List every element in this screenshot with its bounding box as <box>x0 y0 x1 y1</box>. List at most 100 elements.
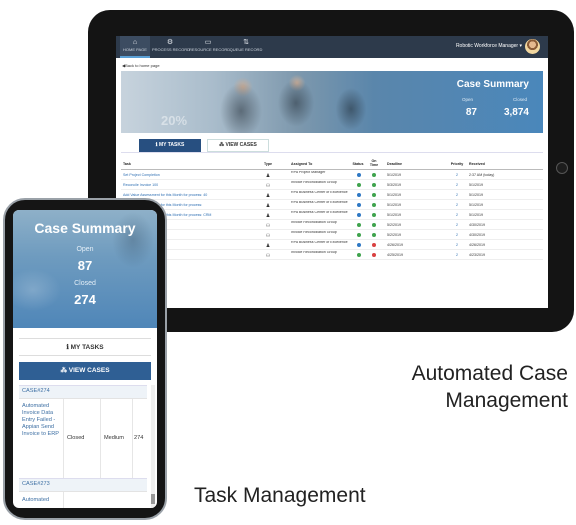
queue-icon: ⇅ <box>243 39 249 46</box>
on-time-cell <box>368 173 380 178</box>
tab-my-tasks[interactable]: ℹ MY TASKS <box>139 139 201 152</box>
scrollbar-thumb[interactable] <box>151 494 155 504</box>
person-icon: ♟ <box>265 243 271 249</box>
status-icon <box>357 253 361 257</box>
phone-case-summary-title: Case Summary <box>34 220 136 236</box>
case-summary-title: Case Summary <box>456 79 529 90</box>
back-to-home-link[interactable]: ◀Back to home page <box>122 63 160 68</box>
assigned-to: RPA Business Center of Excellence <box>291 241 348 244</box>
task-link[interactable]: Add Value Assessment for this Month for … <box>123 193 263 197</box>
on-time-cell <box>368 193 380 198</box>
table-row[interactable]: Add Value Assessment for this Month for … <box>121 200 543 210</box>
on-time-cell <box>368 213 380 218</box>
table-row[interactable]: Reconcile Invoice 100 ⚇ Invoice Reconcilia… <box>121 180 543 190</box>
status-icon <box>357 173 361 177</box>
col-received[interactable]: Received <box>469 162 529 166</box>
deadline: 5/3/2019 <box>387 183 401 187</box>
col-assigned-to[interactable]: Assigned To <box>291 162 357 166</box>
on-time-icon <box>372 233 376 237</box>
task-table: Task Type Assigned To Status On Time Dea… <box>121 158 543 260</box>
col-type[interactable]: Type <box>262 162 274 166</box>
group-icon: ⚇ <box>265 253 271 259</box>
user-menu[interactable]: Robotic Workforce Manager ▾ <box>456 43 522 49</box>
table-header: Task Type Assigned To Status On Time Dea… <box>121 158 543 170</box>
deadline: 4/25/2019 <box>387 253 403 257</box>
assigned-to: RPA Business Center of Excellence <box>291 201 348 204</box>
table-row[interactable]: Add Value Assessment for this Month for … <box>121 190 543 200</box>
status-icon <box>357 193 361 197</box>
case-priority-cell: Medium <box>101 399 133 478</box>
avatar[interactable] <box>525 39 540 54</box>
table-row[interactable]: ⚇ Invoice Reconciliation Group 5/2/2019 2 4/… <box>121 230 543 240</box>
priority: 2 <box>456 223 458 227</box>
late-icon <box>372 253 376 257</box>
phone-scrollbar[interactable] <box>151 385 155 508</box>
top-nav-bar: ⌂ HOME PAGE ⚙ PROCESS RECORD ▭ RESOURCE … <box>116 36 548 58</box>
case-status-cell: Closed <box>64 399 101 478</box>
deadline: 4/26/2019 <box>387 243 403 247</box>
status-icon <box>357 223 361 227</box>
task-link[interactable]: Reconcile Invoice 100 <box>123 183 263 187</box>
assigned-to: Invoice Reconciliation Group <box>291 221 337 224</box>
phone-case-summary-banner: Case Summary Open 87 Closed 274 <box>13 210 157 328</box>
status-icon <box>357 203 361 207</box>
table-row[interactable]: ⚇ Invoice Reconciliation Group 4/25/2019 2 4… <box>121 250 543 260</box>
priority: 2 <box>456 173 458 177</box>
status-icon <box>357 233 361 237</box>
col-priority[interactable]: Priority <box>448 162 466 166</box>
received: 5/1/2019 <box>469 213 483 217</box>
phone-closed-count: 274 <box>74 292 96 307</box>
status-cell <box>353 193 365 198</box>
phone-my-tasks-button[interactable]: ℹ MY TASKS <box>19 338 151 356</box>
assigned-to: Invoice Reconciliation Group <box>291 251 337 254</box>
on-time-icon <box>372 193 376 197</box>
table-row[interactable]: Add Value Assessment for this Month for … <box>121 210 543 220</box>
nav-queue-record[interactable]: ⇅ QUEUE RECORD <box>229 36 263 58</box>
case-summary-banner: 20% Case Summary Open Closed 87 3,874 <box>121 71 543 133</box>
monitor-icon: ▭ <box>204 39 212 46</box>
col-status[interactable]: Status <box>351 162 365 166</box>
nav-process-record[interactable]: ⚙ PROCESS RECORD <box>152 36 190 58</box>
person-icon: ♟ <box>265 173 271 179</box>
deadline: 5/1/2019 <box>387 173 401 177</box>
nav-home-page[interactable]: ⌂ HOME PAGE <box>120 36 150 58</box>
on-time-cell <box>368 203 380 208</box>
person-icon: ♟ <box>265 213 271 219</box>
priority: 2 <box>456 203 458 207</box>
phone-view-cases-button[interactable]: ⁂ VIEW CASES <box>19 362 151 380</box>
person-icon: ♟ <box>265 203 271 209</box>
case-description-cell: Automated Invoice Data Entry Failed - Ap… <box>19 399 64 478</box>
table-row[interactable]: Automated <box>19 491 147 508</box>
nav-resource-record[interactable]: ▭ RESOURCE RECORD <box>189 36 230 58</box>
group-icon: ⚇ <box>265 223 271 229</box>
received: 4/26/2019 <box>469 243 485 247</box>
case-id-row[interactable]: CASE#274 <box>19 385 147 398</box>
priority: 2 <box>456 253 458 257</box>
process-icon: ⚙ <box>166 39 174 46</box>
case-number-cell: 274 <box>134 435 144 441</box>
table-row[interactable]: Automated Invoice Data Entry Failed - Ap… <box>19 398 147 478</box>
photo-chart-text: 20% <box>161 113 188 128</box>
on-time-cell <box>368 233 380 238</box>
task-link[interactable]: Set Project Completion <box>123 173 263 177</box>
deadline: 5/2/2019 <box>387 233 401 237</box>
col-task[interactable]: Task <box>123 162 263 166</box>
status-cell <box>353 243 365 248</box>
table-row[interactable]: Set Project Completion ♟ RPA Project Manag… <box>121 170 543 180</box>
table-row[interactable]: ⚇ Invoice Reconciliation Group 5/2/2019 2 4/… <box>121 220 543 230</box>
case-id-row[interactable]: CASE#273 <box>19 478 147 491</box>
received: 4/30/2019 <box>469 223 485 227</box>
received: 5/1/2019 <box>469 193 483 197</box>
group-icon: ⚇ <box>265 183 271 189</box>
status-cell <box>353 203 365 208</box>
phone-screen: Case Summary Open 87 Closed 274 ℹ MY TAS… <box>13 210 157 508</box>
on-time-cell <box>368 243 380 248</box>
col-on-time[interactable]: On Time <box>368 159 380 167</box>
priority: 2 <box>456 183 458 187</box>
col-deadline[interactable]: Deadline <box>387 162 427 166</box>
priority: 2 <box>456 243 458 247</box>
table-row[interactable]: ♟ RPA Business Center of Excellence 4/26/2… <box>121 240 543 250</box>
on-time-icon <box>372 223 376 227</box>
tab-view-cases[interactable]: ⁂ VIEW CASES <box>207 139 269 152</box>
assigned-to: RPA Business Center of Excellence <box>291 191 348 194</box>
